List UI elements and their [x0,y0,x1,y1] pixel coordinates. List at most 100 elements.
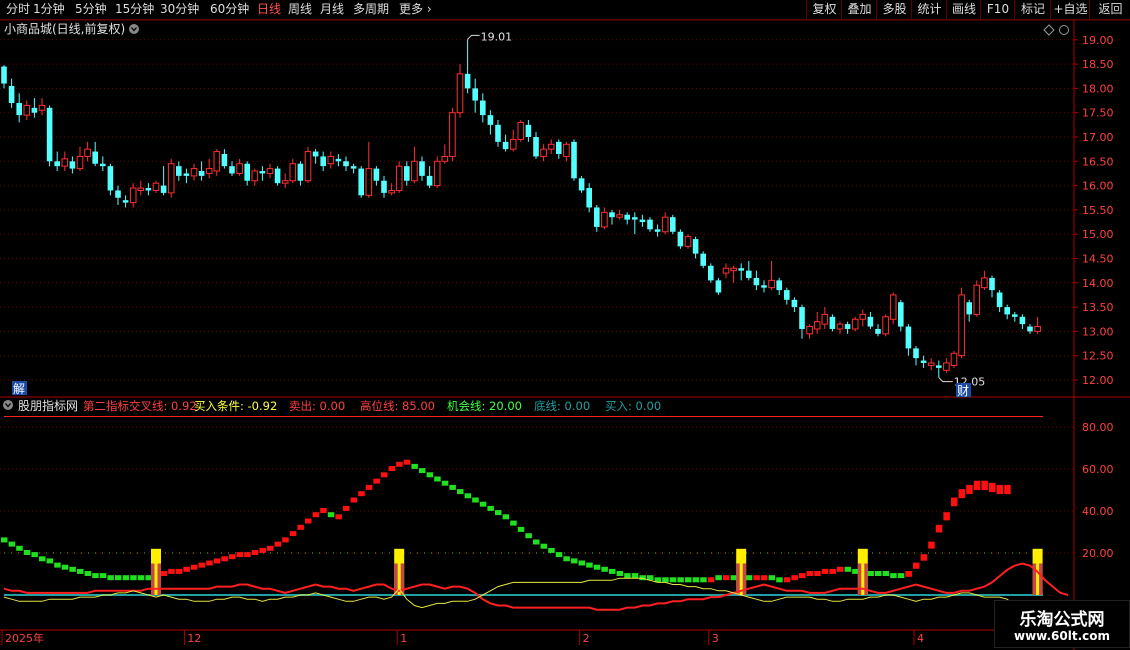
candle-body[interactable] [875,328,881,334]
candle-body[interactable] [244,163,250,181]
candle-body[interactable] [229,166,235,174]
candle-body[interactable] [632,217,638,220]
candle-body[interactable] [708,265,714,281]
candle-body[interactable] [700,253,706,266]
candle-body[interactable] [730,267,737,272]
candle-body[interactable] [1027,326,1033,332]
candle-body[interactable] [502,141,509,150]
candle-body[interactable] [281,180,289,184]
candle-body[interactable] [495,124,501,142]
candle-body[interactable] [601,211,608,228]
candle-body[interactable] [799,307,805,329]
candle-body[interactable] [61,158,69,167]
candle-body[interactable] [221,154,228,167]
candle-body[interactable] [343,161,349,167]
candle-body[interactable] [1,66,7,84]
candle-body[interactable] [1019,316,1026,325]
candle-body[interactable] [905,326,912,349]
candle-body[interactable] [784,290,790,300]
candle-body[interactable] [670,217,676,232]
toolbar-period-4[interactable]: 30分钟 [160,0,199,19]
candle-body[interactable] [38,104,46,111]
candle-body[interactable] [578,178,585,191]
candle-body[interactable] [84,148,91,157]
candle-body[interactable] [16,102,22,116]
candle-body[interactable] [738,268,744,271]
candle-body[interactable] [122,200,129,203]
candle-body[interactable] [1004,307,1010,315]
candle-body[interactable] [198,171,205,176]
candle-body[interactable] [456,73,464,114]
candle-body[interactable] [54,161,60,167]
candle-body[interactable] [806,326,813,335]
candle-body[interactable] [571,141,577,179]
candle-body[interactable] [433,160,441,187]
candle-body[interactable] [31,107,38,113]
candle-body[interactable] [1034,326,1041,332]
candle-body[interactable] [920,360,927,363]
candle-body[interactable] [556,141,562,155]
candle-body[interactable] [350,166,357,169]
candle-body[interactable] [373,168,380,181]
candle-body[interactable] [746,270,752,278]
candle-body[interactable] [46,107,53,162]
candle-body[interactable] [160,185,167,193]
candle-body[interactable] [183,173,190,176]
candle-body[interactable] [266,168,274,174]
toolbar-action-4[interactable]: 画线 [946,0,981,19]
candle-body[interactable] [913,348,919,359]
candle-body[interactable] [23,104,31,116]
candle-body[interactable] [966,302,972,315]
candle-body[interactable] [487,115,494,125]
candle-body[interactable] [480,100,486,116]
candle-body[interactable] [426,175,433,186]
candle-body[interactable] [115,190,121,198]
candle-body[interactable] [973,284,981,315]
toolbar-period-10[interactable]: 更多 › [399,0,432,19]
candle-body[interactable] [419,161,425,176]
candle-body[interactable] [813,321,821,330]
candle-body[interactable] [936,365,942,368]
candle-body[interactable] [950,352,958,366]
candle-body[interactable] [1012,314,1018,317]
candle-body[interactable] [327,155,335,165]
candle-body[interactable] [335,158,342,162]
candle-body[interactable] [943,362,950,371]
toolbar-period-9[interactable]: 多周期 [353,0,389,19]
candle-body[interactable] [289,163,297,182]
candle-body[interactable] [547,143,555,150]
toolbar-period-7[interactable]: 周线 [288,0,312,19]
candle-body[interactable] [761,285,767,288]
toolbar-action-1[interactable]: 叠加 [841,0,877,19]
candle-body[interactable] [190,168,198,177]
indicator-chevron-icon[interactable] [3,400,13,410]
candle-body[interactable] [594,207,600,227]
candle-body[interactable] [312,151,319,157]
candle-body[interactable] [145,188,152,191]
candle-body[interactable] [395,165,403,191]
candle-body[interactable] [297,163,304,181]
candle-body[interactable] [616,214,623,218]
candle-body[interactable] [753,277,760,286]
candle-body[interactable] [8,85,15,103]
candle-body[interactable] [69,161,76,169]
candle-body[interactable] [517,121,525,140]
candle-body[interactable] [768,279,775,289]
candle-body[interactable] [989,277,995,291]
candle-body[interactable] [411,160,418,182]
candle-body[interactable] [791,299,798,308]
candle-body[interactable] [236,163,243,174]
toolbar-action-2[interactable]: 多股 [876,0,912,19]
candle-body[interactable] [647,219,653,230]
candle-body[interactable] [449,112,456,157]
candle-body[interactable] [692,239,699,254]
candle-body[interactable] [464,73,471,89]
toolbar-action-3[interactable]: 统计 [911,0,947,19]
candle-body[interactable] [722,267,730,274]
toolbar-period-3[interactable]: 15分钟 [115,0,154,19]
candle-body[interactable] [882,316,889,335]
candle-body[interactable] [715,280,722,293]
candle-body[interactable] [889,294,897,320]
candle-body[interactable] [677,231,684,247]
candle-body[interactable] [836,323,844,330]
